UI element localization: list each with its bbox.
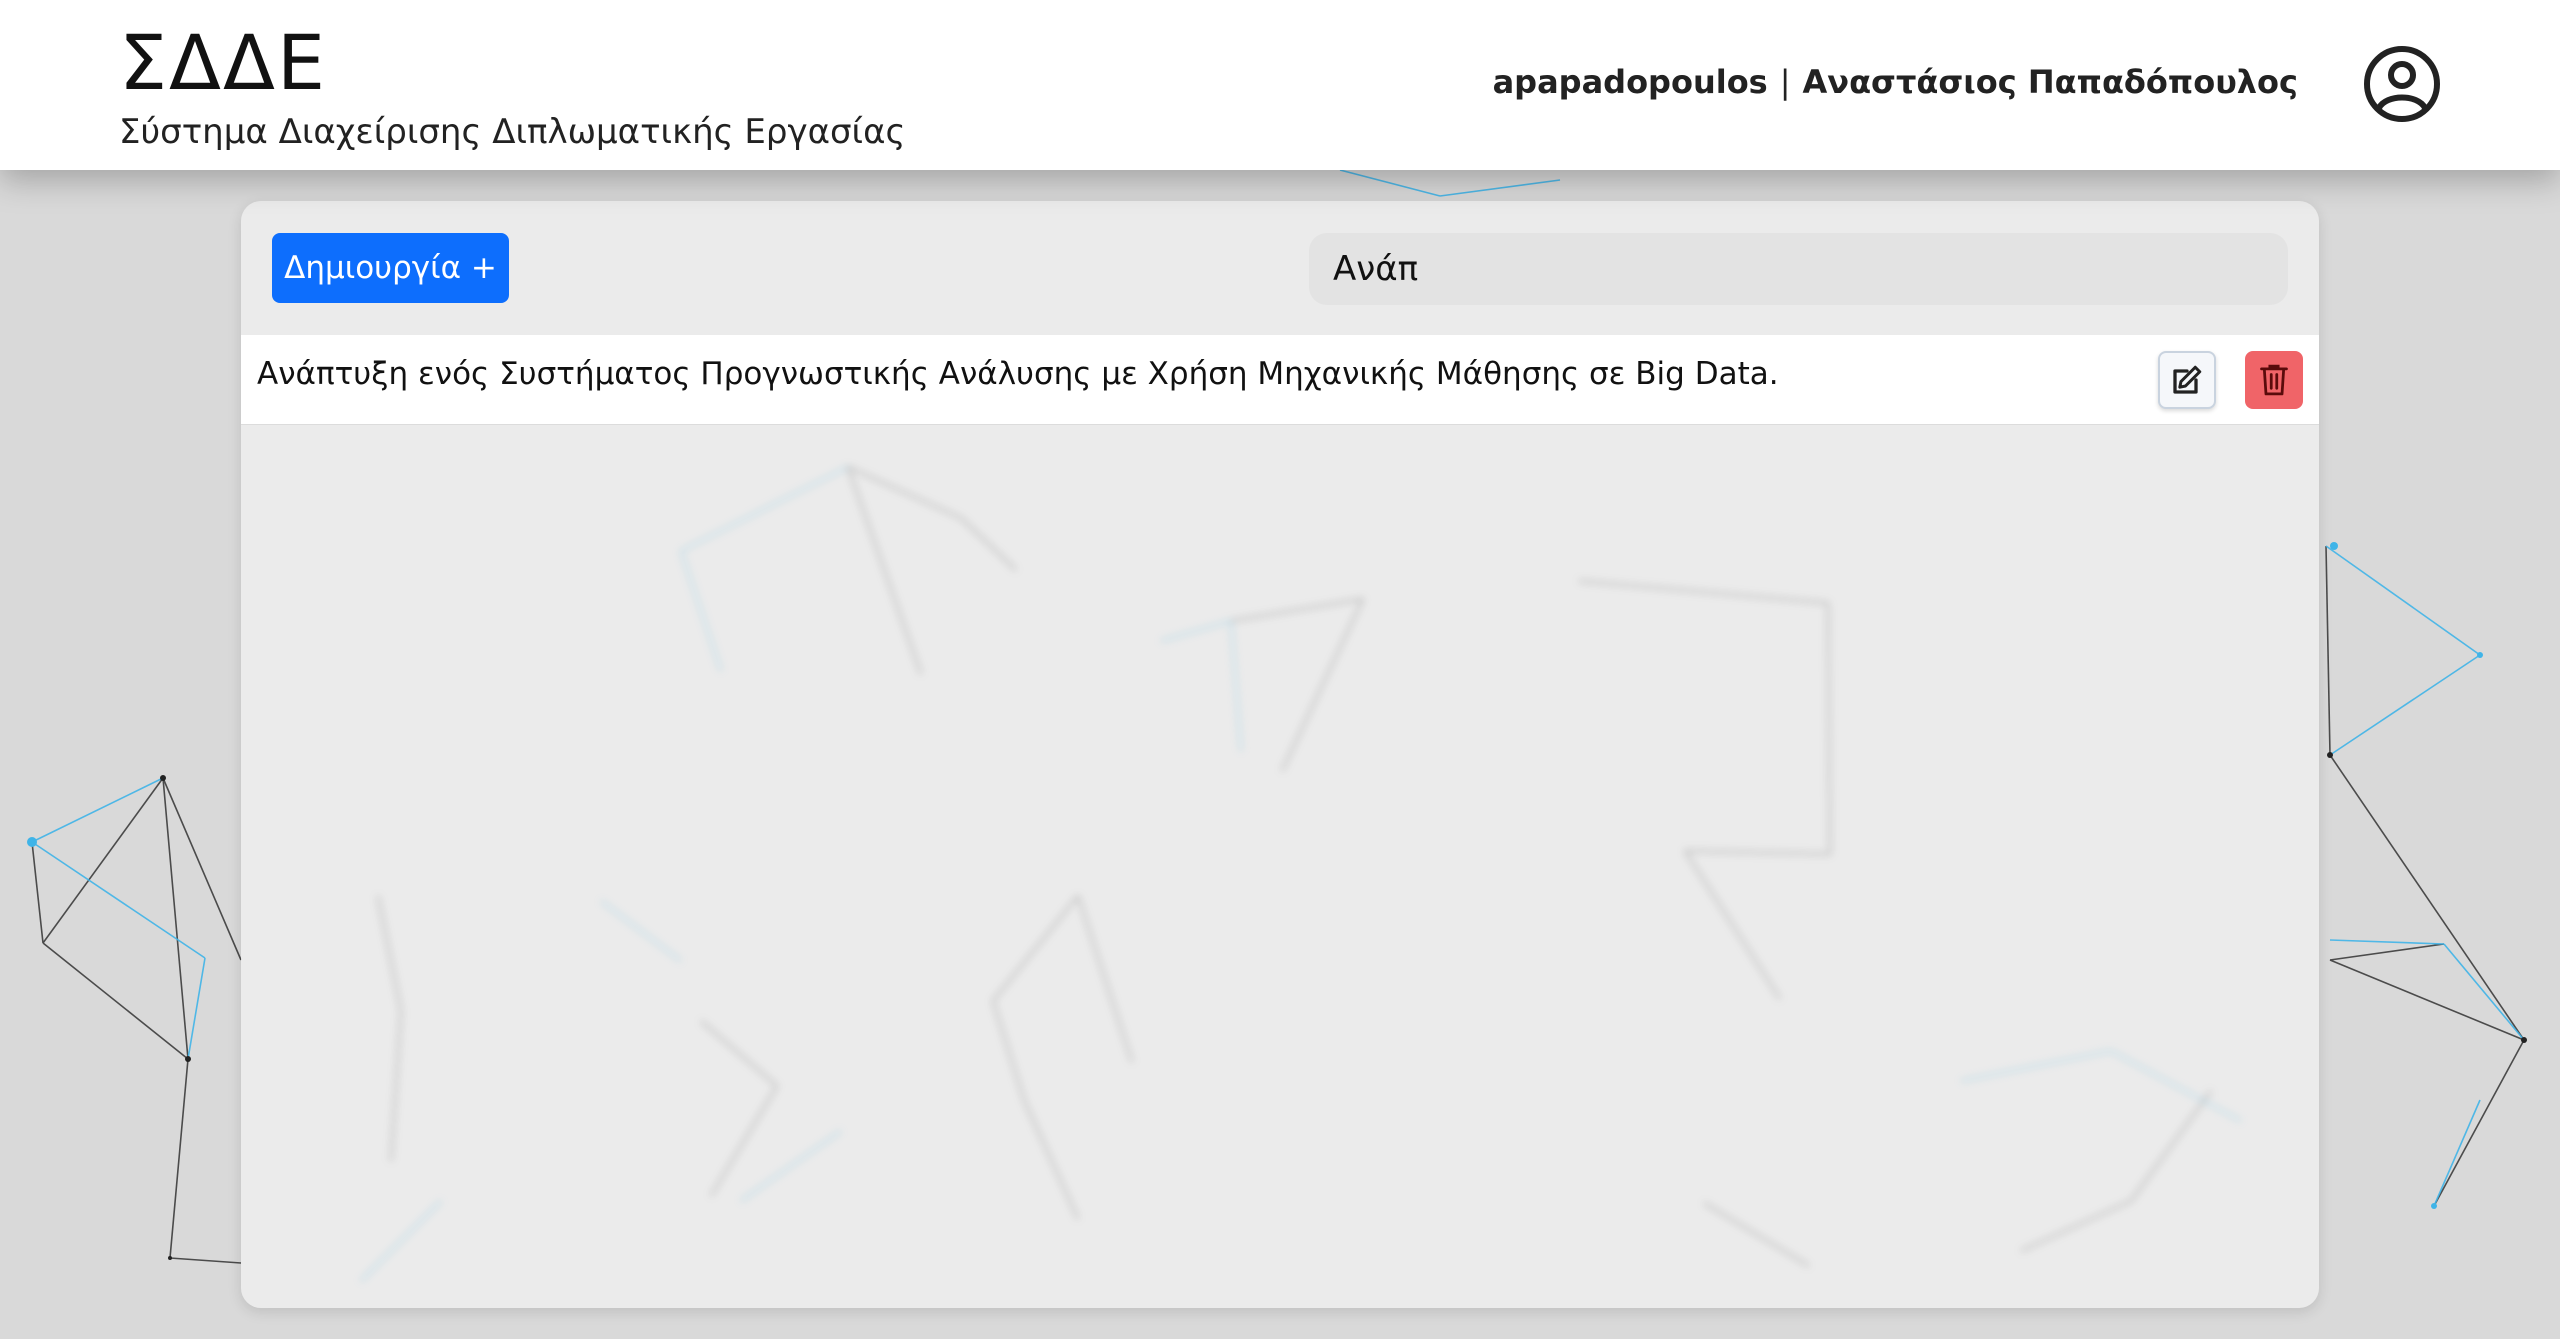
- brand-subtitle: Σύστημα Διαχείρισης Διπλωματικής Εργασία…: [119, 112, 906, 152]
- brand-title[interactable]: ΣΔΔΕ: [119, 18, 327, 108]
- username: apapadopoulos: [1492, 63, 1768, 101]
- app-header: ΣΔΔΕ Σύστημα Διαχείρισης Διπλωματικής Ερ…: [0, 0, 2560, 170]
- user-separator: |: [1779, 63, 1791, 101]
- user-circle-icon[interactable]: [2362, 44, 2442, 124]
- list-item[interactable]: Ανάπτυξη ενός Συστήματος Προγνωστικής Αν…: [241, 335, 2319, 425]
- create-button[interactable]: Δημιουργία +: [272, 233, 509, 303]
- edit-button[interactable]: [2158, 351, 2216, 409]
- trash-icon: [2260, 364, 2288, 396]
- edit-icon: [2173, 365, 2202, 394]
- delete-button[interactable]: [2245, 351, 2303, 409]
- user-info: apapadopoulos | Αναστάσιος Παπαδόπουλος: [1493, 60, 2298, 104]
- search-input[interactable]: [1309, 233, 2288, 305]
- thesis-title[interactable]: Ανάπτυξη ενός Συστήματος Προγνωστικής Αν…: [257, 353, 1779, 395]
- user-full-name: Αναστάσιος Παπαδόπουλος: [1802, 63, 2299, 101]
- thesis-panel: Δημιουργία + Ανάπτυξη ενός Συστήματος Πρ…: [241, 201, 2319, 1308]
